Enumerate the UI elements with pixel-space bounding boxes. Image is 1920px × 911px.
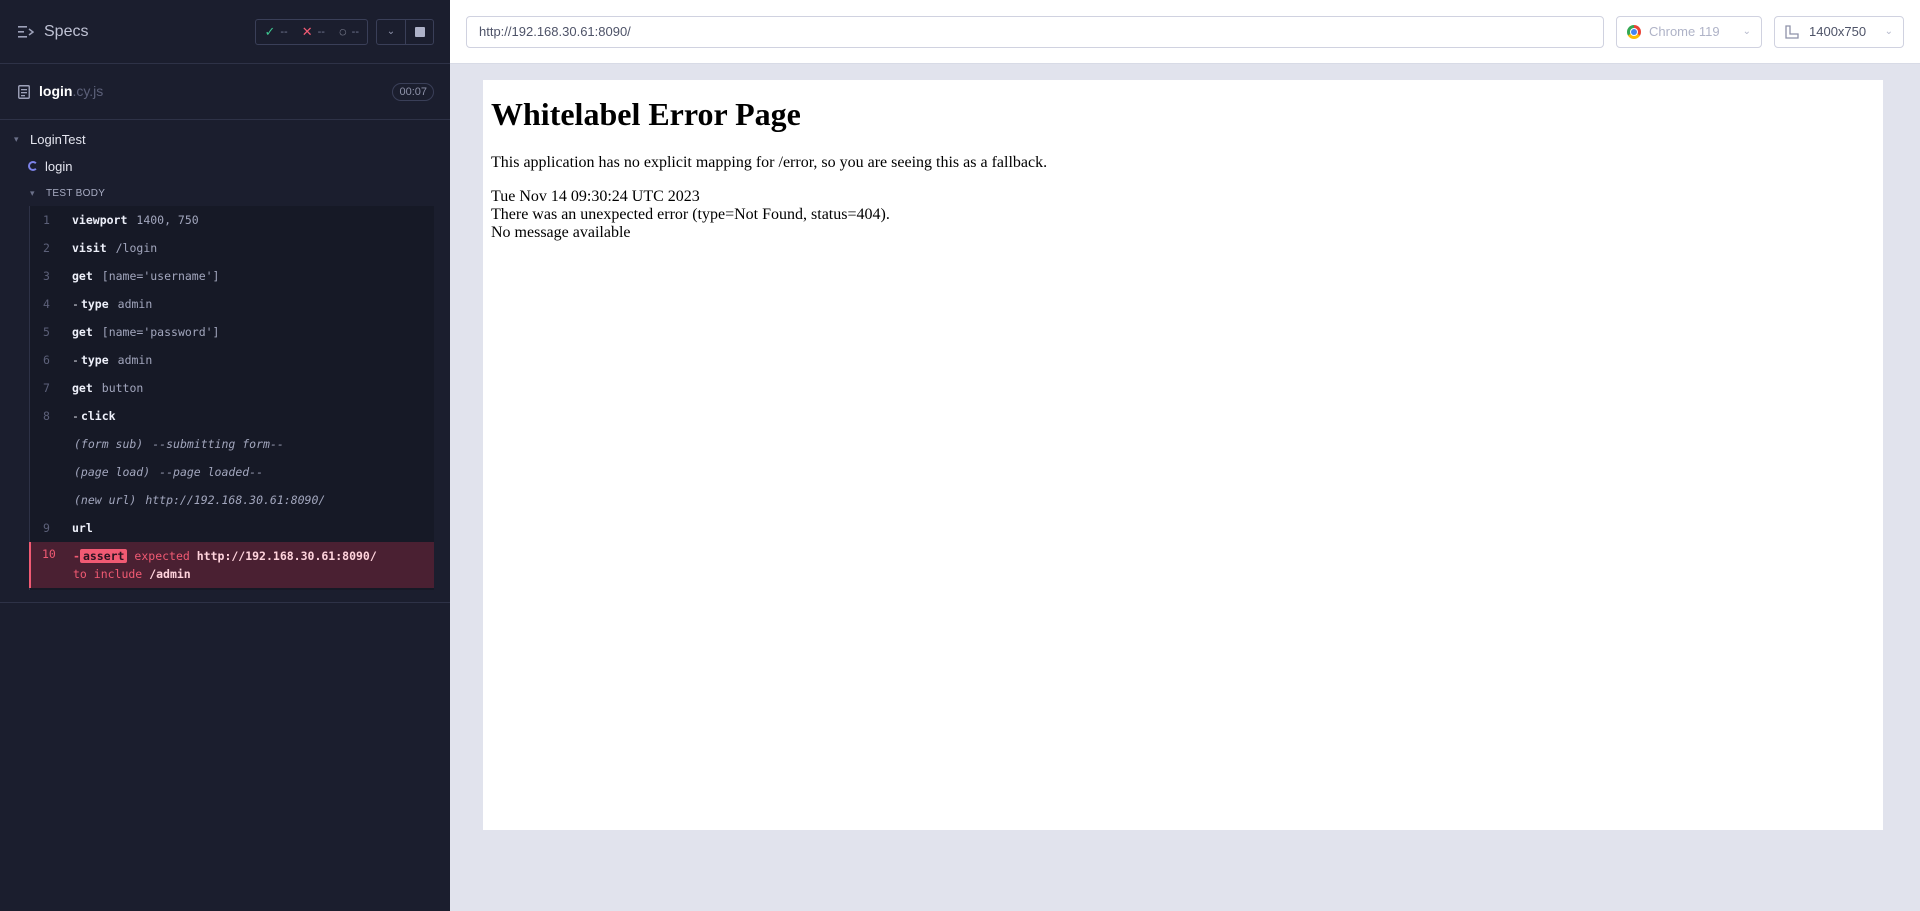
- command-log-panel: Specs ✓ -- ✕ -- ◌ -- ⌄ login.cy.js 00:07 ▾: [0, 0, 450, 911]
- command-row[interactable]: 3 get [name='username']: [30, 262, 434, 290]
- browser-label: Chrome 119: [1649, 24, 1720, 39]
- command-row[interactable]: 4- type admin: [30, 290, 434, 318]
- specs-list-toggle[interactable]: Specs: [18, 23, 88, 41]
- chevron-down-icon: ⌄: [1742, 26, 1751, 37]
- pending-circle-icon: ◌: [338, 24, 347, 39]
- command-row[interactable]: 8- click: [30, 402, 434, 430]
- error-status: There was an unexpected error (type=Not …: [491, 206, 890, 223]
- fallback-text: This application has no explicit mapping…: [491, 154, 1048, 171]
- viewport-label: 1400x750: [1809, 24, 1867, 39]
- command-row[interactable]: 2 visit/login: [30, 234, 434, 262]
- error-message: No message available: [491, 224, 631, 241]
- event-row[interactable]: (form sub) --submitting form--: [30, 430, 434, 458]
- specs-list-icon: [18, 25, 34, 38]
- stop-button[interactable]: [405, 19, 433, 44]
- duration-badge: 00:07: [392, 82, 434, 101]
- command-row[interactable]: 7 get button: [30, 374, 434, 402]
- event-row[interactable]: (new url) http://192.168.30.61:8090/: [30, 486, 434, 514]
- collapse-button[interactable]: ⌄: [377, 20, 405, 44]
- stop-icon: [414, 26, 425, 37]
- document-icon: [18, 84, 30, 99]
- command-row[interactable]: 9 url: [30, 514, 434, 542]
- suite-title: LoginTest: [30, 131, 86, 147]
- x-icon: ✕: [301, 24, 313, 39]
- test-body-label: TEST BODY: [46, 187, 106, 199]
- test-body-toggle[interactable]: ▾ TEST BODY: [0, 180, 450, 206]
- command-row[interactable]: 6- type admin: [30, 346, 434, 374]
- failed-stat: ✕ --: [301, 24, 325, 39]
- browser-selector[interactable]: Chrome 119 ⌄: [1616, 15, 1762, 48]
- app-under-test-panel: http://192.168.30.61:8090/ Chrome 119 ⌄ …: [450, 0, 1920, 911]
- test-tree: ▾ LoginTest login ▾ TEST BODY 1 viewport 1…: [0, 120, 450, 603]
- chevron-down-icon: ▾: [14, 133, 19, 144]
- chevron-down-icon: ▾: [30, 187, 35, 198]
- event-row[interactable]: (page load) --page loaded--: [30, 458, 434, 486]
- passed-stat: ✓ --: [264, 24, 288, 39]
- command-row[interactable]: 1 viewport 1400, 750: [30, 206, 434, 234]
- run-controls: ⌄: [376, 18, 434, 45]
- page-title: Whitelabel Error Page: [491, 96, 801, 132]
- divider: [0, 602, 450, 603]
- url-display[interactable]: http://192.168.30.61:8090/: [466, 15, 1604, 48]
- pending-stat: ◌ --: [338, 24, 359, 39]
- assert-badge: assert: [79, 549, 128, 563]
- viewport-ruler-icon: [1785, 24, 1799, 39]
- viewport-info-button[interactable]: 1400x750 ⌄: [1774, 15, 1904, 48]
- chevron-down-icon: ⌄: [1884, 26, 1893, 37]
- command-list: 1 viewport 1400, 750 2 visit/login 3 get [nam…: [29, 206, 434, 590]
- assert-message: - assert expected http://192.168.30.61:80…: [73, 549, 377, 581]
- spec-file-name[interactable]: login.cy.js: [39, 83, 103, 101]
- test-title: login: [45, 158, 73, 174]
- check-icon: ✓: [264, 24, 276, 39]
- chrome-icon: [1627, 24, 1641, 39]
- chevron-down-icon: ⌄: [386, 26, 396, 37]
- specs-label: Specs: [44, 22, 89, 40]
- aut-header: http://192.168.30.61:8090/ Chrome 119 ⌄ …: [450, 0, 1920, 64]
- failed-assert-row[interactable]: 10 - assert expected http://192.168.30.61…: [29, 542, 434, 588]
- reporter-header: Specs ✓ -- ✕ -- ◌ -- ⌄: [0, 0, 450, 64]
- aut-iframe: Whitelabel Error Page This application h…: [483, 80, 1883, 830]
- test-row[interactable]: login: [0, 152, 450, 180]
- error-timestamp: Tue Nov 14 09:30:24 UTC 2023: [491, 188, 700, 205]
- running-icon: [28, 161, 38, 171]
- command-row[interactable]: 5 get [name='password']: [30, 318, 434, 346]
- suite-row[interactable]: ▾ LoginTest: [0, 126, 450, 152]
- spec-file-row: login.cy.js 00:07: [0, 64, 450, 120]
- test-stats: ✓ -- ✕ -- ◌ --: [255, 18, 368, 45]
